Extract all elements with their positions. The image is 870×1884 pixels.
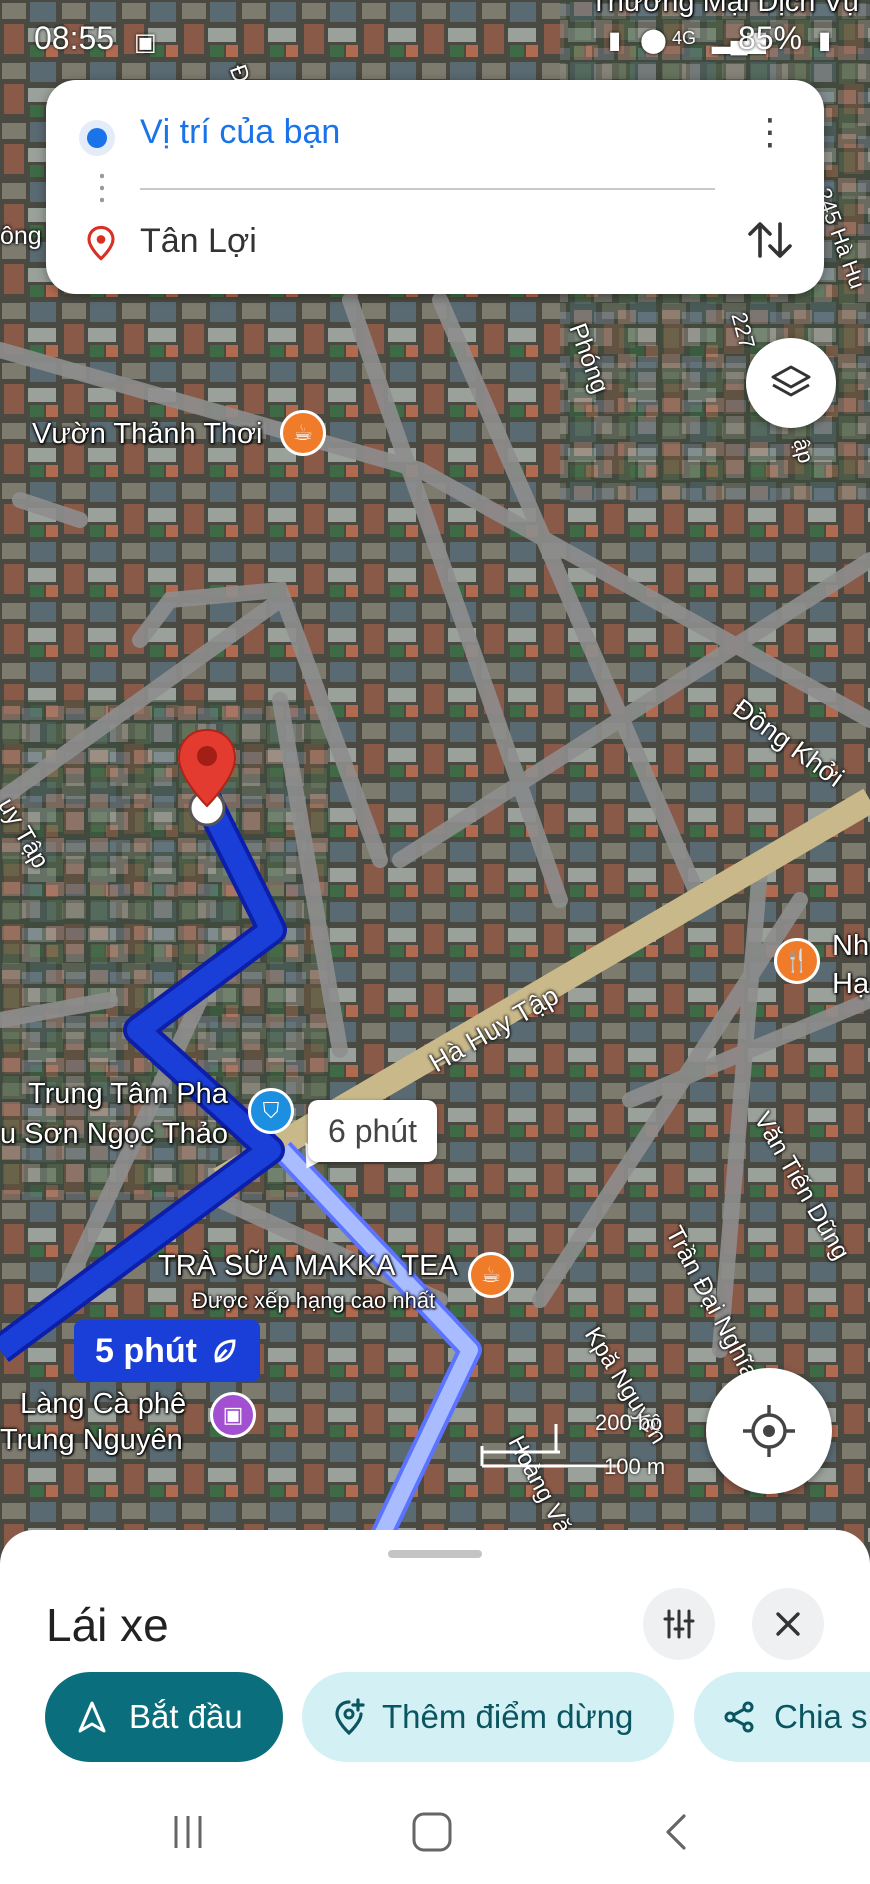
travel-mode-title: Lái xe: [46, 1599, 169, 1651]
add-location-icon: [335, 1698, 365, 1736]
start-label: Bắt đầu: [129, 1698, 243, 1735]
close-icon: [776, 1612, 800, 1636]
back-icon[interactable]: [660, 1812, 692, 1852]
place-label[interactable]: Trung Tâm Pha: [28, 1078, 228, 1111]
layers-icon: [771, 365, 811, 397]
layers-button[interactable]: [746, 338, 836, 428]
scale-feet-label: 200 bộ: [595, 1410, 663, 1435]
place-label[interactable]: Làng Cà phê: [20, 1388, 186, 1421]
shopping-bag-icon[interactable]: ⛉: [248, 1088, 294, 1134]
place-label[interactable]: Vườn Thảnh Thơi: [32, 418, 263, 451]
network-type: 4G: [672, 28, 697, 48]
place-subtitle: Được xếp hạng cao nhất: [192, 1288, 436, 1313]
divider: [140, 188, 715, 190]
origin-dot-icon: [87, 128, 107, 148]
battery-level: 85%: [737, 20, 802, 56]
place-label[interactable]: u Sơn Ngọc Thảo: [0, 1118, 228, 1151]
scale-meters-label: 100 m: [604, 1454, 666, 1479]
share-icon: [724, 1701, 754, 1733]
notification-icon: ▣: [134, 29, 157, 56]
close-button[interactable]: [752, 1588, 824, 1660]
primary-route-time-badge[interactable]: 5 phút: [74, 1320, 260, 1382]
eco-leaf-icon: [214, 1339, 236, 1363]
share-label: Chia s: [774, 1698, 868, 1735]
share-button[interactable]: Chia s: [694, 1672, 870, 1762]
recent-apps-icon[interactable]: [168, 1812, 208, 1852]
route-connector-dots: [100, 170, 104, 206]
status-time: 08:55: [34, 20, 115, 56]
route-time: 5 phút: [95, 1331, 197, 1370]
battery-icon: ▮: [818, 27, 832, 54]
add-stop-button[interactable]: Thêm điểm dừng: [302, 1672, 674, 1762]
cafe-icon[interactable]: ☕: [280, 410, 326, 456]
navigation-arrow-icon: [78, 1701, 106, 1733]
my-location-button[interactable]: [706, 1368, 832, 1494]
origin-field[interactable]: Vị trí của bạn: [140, 113, 340, 152]
sheet-drag-handle[interactable]: [388, 1550, 482, 1558]
status-bar: 08:55 ▣ ▮ ⬤ 4G ▂▄▆ 85% ▮: [0, 0, 870, 80]
home-icon[interactable]: [410, 1810, 454, 1854]
place-label[interactable]: Hạ: [832, 968, 869, 1001]
camera-icon[interactable]: ▣: [210, 1392, 256, 1438]
cafe-icon[interactable]: ☕: [468, 1252, 514, 1298]
location-icon: ⬤: [640, 27, 667, 54]
sim-icon: ▮: [608, 27, 622, 54]
swap-vert-icon[interactable]: [742, 212, 798, 268]
place-label[interactable]: TRÀ SỮA MAKKA TEA: [158, 1250, 458, 1283]
more-vert-icon[interactable]: ⋮: [752, 112, 788, 156]
tune-icon: [663, 1609, 695, 1639]
system-navigation-bar: [0, 1784, 870, 1884]
street-label: ông: [0, 222, 42, 250]
destination-pin-icon: [177, 728, 237, 827]
crosshair-icon: [743, 1405, 795, 1457]
add-stop-label: Thêm điểm dừng: [382, 1698, 634, 1735]
destination-field[interactable]: Tân Lợi: [140, 222, 257, 261]
restaurant-icon[interactable]: 🍴: [774, 938, 820, 984]
route-options-button[interactable]: [643, 1588, 715, 1660]
start-navigation-button[interactable]: Bắt đầu: [45, 1672, 283, 1762]
alt-route-time-badge[interactable]: 6 phút: [308, 1100, 437, 1162]
place-label[interactable]: Trung Nguyên: [0, 1424, 183, 1457]
destination-pin-icon: [87, 225, 115, 261]
place-label[interactable]: Nh: [832, 930, 869, 963]
